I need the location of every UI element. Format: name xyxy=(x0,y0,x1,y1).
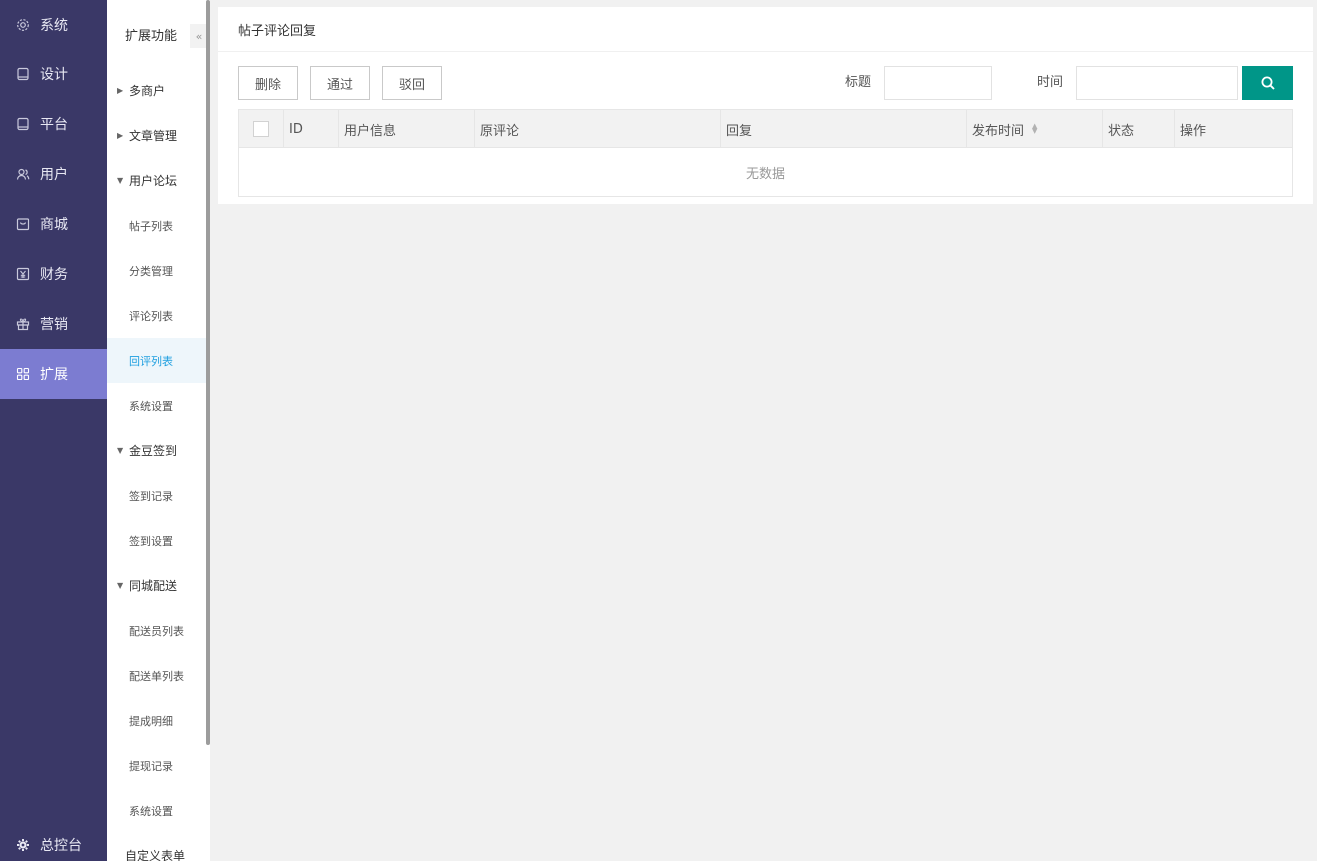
page-title: 帖子评论回复 xyxy=(218,7,1313,52)
column-header-actions: 操作 xyxy=(1180,123,1207,139)
tablet-icon xyxy=(16,67,30,81)
menu-item-forum-settings[interactable]: 系统设置 xyxy=(107,383,210,428)
column-header-status: 状态 xyxy=(1103,110,1175,148)
caret-down-icon: ▼ xyxy=(117,446,124,455)
column-header-publish-time-label: 发布时间 xyxy=(972,123,1025,139)
nav-label: 扩展 xyxy=(40,367,68,383)
search-icon xyxy=(1261,76,1275,90)
menu-item-category-manage[interactable]: 分类管理 xyxy=(107,248,210,293)
finance-icon xyxy=(16,267,30,281)
gift-icon xyxy=(16,317,30,331)
nav-item-platform[interactable]: 平台 xyxy=(0,99,107,149)
gear-icon xyxy=(16,18,30,32)
menu-item-signin-settings[interactable]: 签到设置 xyxy=(107,518,210,563)
nav-label: 用户 xyxy=(40,167,68,183)
nav-label: 财务 xyxy=(40,267,68,283)
reject-button[interactable]: 驳回 xyxy=(382,66,442,100)
menu-group-delivery[interactable]: ▼ 同城配送 xyxy=(107,563,210,608)
title-filter-input[interactable] xyxy=(884,66,992,100)
menu-item-delivery-order-list[interactable]: 配送单列表 xyxy=(107,653,210,698)
nav-label: 商城 xyxy=(40,217,68,233)
nav-item-shop[interactable]: 商城 xyxy=(0,199,107,249)
nav-label: 设计 xyxy=(40,67,68,83)
menu-item-comment-list[interactable]: 评论列表 xyxy=(107,293,210,338)
menu-item-delivery-settings[interactable]: 系统设置 xyxy=(107,788,210,833)
column-header-publish-time[interactable]: 发布时间 ▲ ▼ xyxy=(967,110,1103,148)
column-header-user-info: 用户信息 xyxy=(339,110,475,148)
nav-item-extension[interactable]: 扩展 xyxy=(0,349,107,399)
nav-item-users[interactable]: 用户 xyxy=(0,149,107,199)
delete-button[interactable]: 删除 xyxy=(238,66,298,100)
nav-item-design[interactable]: 设计 xyxy=(0,49,107,99)
nav-label: 营销 xyxy=(40,317,68,333)
menu-item-reply-list[interactable]: 回评列表 xyxy=(107,338,210,383)
nav-label: 平台 xyxy=(40,117,68,133)
page-title-text: 帖子评论回复 xyxy=(238,23,317,39)
secondary-menu-title-text: 扩展功能 xyxy=(125,28,178,44)
approve-button[interactable]: 通过 xyxy=(310,66,370,100)
toolbar: 删除 通过 驳回 标题 时间 xyxy=(238,66,1293,100)
title-filter-label: 标题 xyxy=(845,75,872,90)
secondary-menu-scrollbar[interactable] xyxy=(206,0,210,745)
main-panel: 帖子评论回复 删除 通过 驳回 标题 时间 ID 用户信息 原评论 回复 发布时… xyxy=(218,7,1313,204)
nav-label: 系统 xyxy=(40,17,68,34)
menu-group-forum[interactable]: ▼ 用户论坛 xyxy=(107,158,210,203)
caret-down-icon: ▼ xyxy=(117,581,124,590)
column-header-original-comment: 原评论 xyxy=(475,110,721,148)
menu-group-label: 金豆签到 xyxy=(129,444,178,458)
nav-item-marketing[interactable]: 营销 xyxy=(0,299,107,349)
time-filter-input[interactable] xyxy=(1076,66,1238,100)
secondary-menu: 扩展功能 « ▶ 多商户 ▶ 文章管理 ▼ 用户论坛 帖子列表 分类管理 评论列… xyxy=(107,0,210,861)
column-header-reply: 回复 xyxy=(721,110,967,148)
table-empty-state: 无数据 xyxy=(239,148,1292,196)
select-all-checkbox[interactable] xyxy=(253,121,269,137)
primary-nav: 系统 设计 平台 用户 商城 财务 营销 扩展 总控台 xyxy=(0,0,107,861)
menu-group-label: 多商户 xyxy=(129,84,166,98)
search-button[interactable] xyxy=(1242,66,1293,100)
menu-group-label: 同城配送 xyxy=(129,579,178,593)
menu-group-label: 自定义表单 xyxy=(125,849,186,861)
menu-item-signin-records[interactable]: 签到记录 xyxy=(107,473,210,518)
menu-group-multi-merchant[interactable]: ▶ 多商户 xyxy=(107,68,210,113)
column-header-id: ID xyxy=(284,110,339,148)
tablet-icon xyxy=(16,117,30,131)
menu-group-custom-form[interactable]: 自定义表单 xyxy=(107,833,210,861)
double-chevron-left-icon: « xyxy=(195,29,203,43)
shop-icon xyxy=(16,217,30,231)
menu-item-withdraw-records[interactable]: 提现记录 xyxy=(107,743,210,788)
settings-icon xyxy=(16,838,30,852)
nav-item-console[interactable]: 总控台 xyxy=(0,829,107,861)
menu-group-articles[interactable]: ▶ 文章管理 xyxy=(107,113,210,158)
replies-table: ID 用户信息 原评论 回复 发布时间 ▲ ▼ 状态 操作 无数据 xyxy=(238,109,1293,197)
caret-down-icon: ▼ xyxy=(117,176,124,185)
nav-bottom-label: 总控台 xyxy=(40,838,82,854)
sort-icon[interactable]: ▲ ▼ xyxy=(1032,123,1037,135)
grid-icon xyxy=(16,367,30,381)
menu-item-post-list[interactable]: 帖子列表 xyxy=(107,203,210,248)
nav-item-finance[interactable]: 财务 xyxy=(0,249,107,299)
menu-item-courier-list[interactable]: 配送员列表 xyxy=(107,608,210,653)
menu-group-label: 文章管理 xyxy=(129,129,178,143)
time-filter-label: 时间 xyxy=(1037,75,1064,90)
menu-item-commission-detail[interactable]: 提成明细 xyxy=(107,698,210,743)
caret-right-icon: ▶ xyxy=(117,86,124,95)
menu-group-label: 用户论坛 xyxy=(129,174,178,188)
nav-item-system[interactable]: 系统 xyxy=(0,0,107,49)
menu-group-signin[interactable]: ▼ 金豆签到 xyxy=(107,428,210,473)
users-icon xyxy=(16,167,30,181)
select-all-cell xyxy=(239,110,284,148)
caret-right-icon: ▶ xyxy=(117,131,124,140)
table-header: ID 用户信息 原评论 回复 发布时间 ▲ ▼ 状态 操作 xyxy=(239,110,1292,148)
